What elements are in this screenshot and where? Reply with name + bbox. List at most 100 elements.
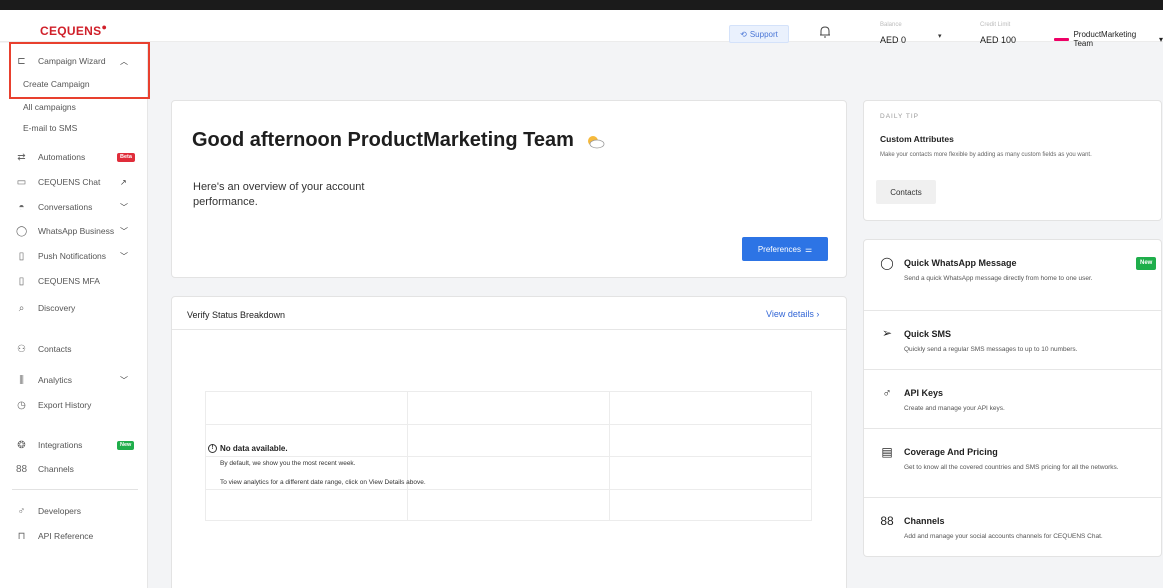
- quick-action-sms[interactable]: ➢ Quick SMS Quickly send a regular SMS m…: [864, 311, 1161, 369]
- document-icon: ▤: [881, 445, 893, 459]
- sidebar-item-channels[interactable]: 88 Channels: [0, 459, 148, 479]
- brand-name: CEQUENS: [40, 24, 102, 38]
- analytics-icon: ⫼: [19, 374, 24, 386]
- sidebar-item-mfa[interactable]: ▯ CEQUENS MFA: [0, 271, 148, 291]
- balance-dropdown-icon[interactable]: ▾: [938, 32, 942, 40]
- account-name: ProductMarketing Team: [1073, 30, 1137, 48]
- sidebar-item-contacts[interactable]: ⚇ Contacts: [0, 339, 148, 359]
- no-data-hint-2: To view analytics for a different date r…: [220, 479, 426, 486]
- quick-action-channels[interactable]: 88 Channels Add and manage your social a…: [864, 498, 1161, 556]
- page-title: Good afternoon ProductMarketing Team: [192, 129, 605, 152]
- quick-action-desc: Add and manage your social accounts chan…: [904, 533, 1103, 540]
- conversations-icon: ◓: [18, 201, 25, 213]
- quick-actions-card: ◯ Quick WhatsApp Message Send a quick Wh…: [863, 239, 1162, 557]
- grid-line: [205, 520, 812, 521]
- whatsapp-icon: ◯: [880, 256, 894, 270]
- quick-action-api-keys[interactable]: ♂ API Keys Create and manage your API ke…: [864, 370, 1161, 428]
- quick-action-whatsapp[interactable]: ◯ Quick WhatsApp Message Send a quick Wh…: [864, 240, 1161, 310]
- sidebar-item-discovery[interactable]: ⌕ Discovery: [0, 298, 148, 318]
- daily-tip-description: Make your contacts more flexible by addi…: [880, 152, 1092, 158]
- support-icon: ⟲: [740, 29, 747, 39]
- sidebar: ⊏ Campaign Wizard ︿ Create Campaign All …: [0, 43, 148, 588]
- view-details-link[interactable]: View details ›: [766, 309, 819, 319]
- weather-icon: [588, 135, 605, 149]
- key-icon: ♂: [882, 386, 892, 400]
- sliders-icon: ⚌: [804, 244, 813, 254]
- sidebar-item-label: Channels: [38, 464, 74, 474]
- beta-badge: Beta: [117, 152, 135, 162]
- sidebar-item-label: All campaigns: [23, 102, 76, 112]
- sidebar-item-chat[interactable]: ▭ CEQUENS Chat ↗: [0, 172, 148, 192]
- account-logo: [1054, 37, 1070, 41]
- sidebar-item-label: Integrations: [38, 440, 83, 450]
- no-data-text: No data available.: [220, 444, 288, 453]
- sidebar-item-whatsapp[interactable]: ◯ WhatsApp Business ﹀: [0, 221, 148, 241]
- logo-dot: ●: [101, 22, 108, 32]
- contacts-button[interactable]: Contacts: [876, 180, 936, 204]
- sidebar-item-label: Contacts: [38, 344, 72, 354]
- sidebar-item-conversations[interactable]: ◓ Conversations ﹀: [0, 197, 148, 217]
- sidebar-divider: [12, 489, 138, 490]
- account-menu[interactable]: ProductMarketing Team ▾: [1054, 30, 1163, 48]
- grid-line: [811, 391, 812, 521]
- sidebar-item-automations[interactable]: ⇄ Automations Beta: [0, 147, 148, 167]
- sidebar-item-label: Developers: [38, 506, 81, 516]
- sidebar-item-analytics[interactable]: ⫼ Analytics ﹀: [0, 370, 148, 390]
- grid-line: [205, 391, 206, 521]
- search-icon: ⌕: [18, 302, 25, 314]
- preferences-button[interactable]: Preferences ⚌: [742, 237, 828, 261]
- automation-icon: ⇄: [17, 151, 26, 163]
- sidebar-item-developers[interactable]: ♂ Developers: [0, 501, 148, 521]
- quick-action-desc: Send a quick WhatsApp message directly f…: [904, 275, 1093, 282]
- credit-limit-value: AED 100: [980, 35, 1017, 45]
- external-link-icon: ↗: [120, 177, 127, 187]
- sidebar-item-integrations[interactable]: ❂ Integrations New: [0, 435, 148, 455]
- top-bar: CEQUENS● ⟲ Support Balance AED 0 ▾ Credi…: [0, 10, 1163, 48]
- top-strip: [0, 0, 1163, 10]
- channels-icon: 88: [880, 514, 894, 528]
- sidebar-item-label: Export History: [38, 400, 92, 410]
- sidebar-item-label: CEQUENS Chat: [38, 177, 101, 187]
- daily-tip-title: Custom Attributes: [880, 134, 954, 144]
- sidebar-item-push[interactable]: ▯ Push Notifications ﹀: [0, 246, 148, 266]
- support-label: Support: [749, 29, 778, 39]
- quick-action-title: Coverage And Pricing: [904, 447, 998, 457]
- sidebar-item-label: Automations: [38, 152, 86, 162]
- verify-status-title: Verify Status Breakdown: [187, 310, 286, 320]
- sidebar-item-label: E-mail to SMS: [23, 123, 78, 133]
- highlight-box: [9, 42, 150, 99]
- sidebar-item-export-history[interactable]: ◷ Export History: [0, 395, 148, 415]
- quick-action-coverage[interactable]: ▤ Coverage And Pricing Get to know all t…: [864, 429, 1161, 497]
- sidebar-item-label: Discovery: [38, 303, 76, 313]
- sidebar-item-all-campaigns[interactable]: All campaigns: [0, 97, 148, 117]
- bell-icon[interactable]: [819, 25, 831, 39]
- channels-icon: 88: [16, 463, 28, 475]
- grid-line: [205, 456, 812, 457]
- daily-tip-card: DAILY TIP Custom Attributes Make your co…: [863, 100, 1162, 221]
- greeting-text: Good afternoon ProductMarketing Team: [192, 129, 574, 151]
- support-button[interactable]: ⟲ Support: [729, 25, 789, 43]
- preferences-label: Preferences: [757, 244, 801, 254]
- integrations-icon: ❂: [17, 439, 26, 451]
- quick-action-desc: Get to know all the covered countries an…: [904, 464, 1119, 471]
- send-icon: ➢: [881, 326, 893, 340]
- quick-action-title: API Keys: [904, 388, 944, 398]
- contacts-icon: ⚇: [17, 343, 26, 355]
- brand-logo[interactable]: CEQUENS●: [40, 22, 107, 38]
- credit-limit-label: Credit Limit: [980, 22, 1011, 28]
- grid-line: [205, 489, 812, 490]
- sidebar-item-email-to-sms[interactable]: E-mail to SMS: [0, 118, 148, 138]
- quick-action-title: Quick WhatsApp Message: [904, 258, 1017, 268]
- key-icon: ♂: [17, 505, 26, 517]
- welcome-card: Good afternoon ProductMarketing Team Her…: [171, 100, 847, 278]
- chat-icon: ▭: [16, 176, 27, 188]
- quick-action-title: Quick SMS: [904, 329, 952, 339]
- shield-phone-icon: ▯: [18, 275, 25, 287]
- sidebar-item-api-reference[interactable]: ⊓ API Reference: [0, 526, 148, 546]
- clock-icon: ◷: [17, 399, 26, 411]
- chevron-right-icon: ›: [816, 309, 820, 319]
- phone-icon: ▯: [18, 250, 25, 262]
- chevron-down-icon: ﹀: [120, 251, 128, 261]
- grid-line: [205, 391, 812, 392]
- grid-line: [609, 391, 610, 521]
